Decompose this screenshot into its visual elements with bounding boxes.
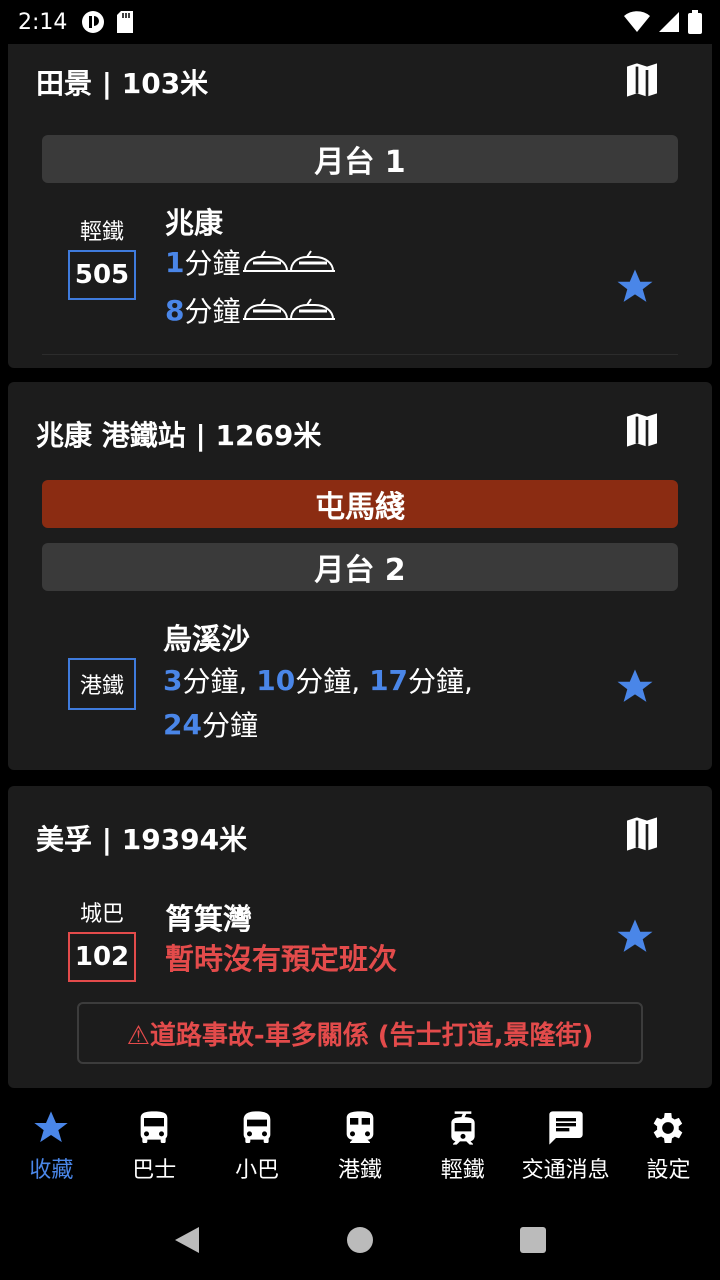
eta-unit: 分鐘, — [182, 665, 248, 698]
light-rail-car-icon — [242, 298, 335, 320]
eta-line: 3 分鐘, 10 分鐘, 17 分鐘, — [163, 660, 473, 700]
traffic-notice[interactable]: ⚠道路事故-車多關係 (告士打道,景隆街) — [77, 1002, 643, 1064]
route-destination: 兆康 — [165, 206, 224, 240]
nav-favourites[interactable]: 收藏 — [0, 1088, 103, 1200]
nav-bus[interactable]: 巴士 — [103, 1088, 206, 1200]
route-type-label: 輕鐵 — [79, 220, 124, 245]
eta-unit: 分鐘, — [408, 665, 473, 698]
bus-icon — [140, 1111, 168, 1143]
route-operator-badge: 港鐵 — [68, 658, 136, 710]
star-icon — [34, 1111, 69, 1143]
gear-icon — [654, 1113, 683, 1143]
home-icon[interactable] — [346, 1226, 374, 1254]
route-destination: 筲箕灣 — [165, 902, 253, 936]
eta-unit: 分鐘, — [295, 665, 361, 698]
map-icon[interactable] — [622, 60, 662, 100]
route-row[interactable]: 輕鐵 505 兆康 1 分鐘 8 分鐘 — [8, 194, 712, 354]
nav-label: 輕鐵 — [440, 1158, 485, 1183]
route-number-badge: 505 — [68, 250, 136, 300]
eta-line: 1 分鐘 — [165, 242, 337, 282]
light-rail-car-icon — [242, 250, 335, 272]
line-header: 屯馬綫 — [42, 480, 678, 528]
nav-light-rail[interactable]: 輕鐵 — [411, 1088, 514, 1200]
route-type-label: 城巴 — [79, 902, 124, 927]
nav-mtr[interactable]: 港鐵 — [309, 1088, 412, 1200]
tram-icon — [451, 1111, 475, 1145]
stop-title: 兆康 港鐵站 | 1269米 — [36, 419, 322, 452]
eta-minutes: 8 — [165, 293, 185, 327]
map-icon[interactable] — [622, 814, 662, 854]
stop-card[interactable]: 美孚 | 19394米 城巴 102 筲箕灣 暫時沒有預定班次 ⚠道路事故-車多… — [8, 786, 712, 1088]
wifi-icon — [624, 11, 650, 32]
nav-traffic-news[interactable]: 交通消息 — [514, 1088, 617, 1200]
minibus-icon — [243, 1111, 271, 1143]
back-icon[interactable] — [173, 1225, 201, 1255]
favourite-star-icon[interactable] — [614, 666, 656, 708]
favourites-list[interactable]: 田景 | 103米 月台 1 輕鐵 505 兆康 1 分鐘 8 分鐘 兆康 港鐵站 … — [0, 44, 720, 1088]
platform-header: 月台 1 — [42, 135, 678, 183]
nav-settings[interactable]: 設定 — [617, 1088, 720, 1200]
system-nav-bar — [0, 1200, 720, 1280]
route-status: 暫時沒有預定班次 — [165, 942, 398, 976]
nav-label: 交通消息 — [521, 1158, 610, 1183]
eta-minutes: 3 — [163, 663, 183, 697]
eta-unit: 分鐘 — [201, 709, 258, 742]
eta-line: 24 分鐘 — [163, 704, 258, 744]
stop-card[interactable]: 田景 | 103米 月台 1 輕鐵 505 兆康 1 分鐘 8 分鐘 — [8, 44, 712, 368]
nav-label: 收藏 — [29, 1158, 74, 1183]
eta-minutes: 10 — [256, 663, 296, 697]
nav-minibus[interactable]: 小巴 — [206, 1088, 309, 1200]
eta-minutes: 1 — [165, 245, 185, 279]
stop-card[interactable]: 兆康 港鐵站 | 1269米 屯馬綫 月台 2 港鐵 烏溪沙 3 分鐘, 10 分鐘… — [8, 382, 712, 770]
bottom-nav: 收藏 巴士 小巴 港鐵 輕鐵 交通消息 設定 — [0, 1088, 720, 1200]
favourite-star-icon[interactable] — [614, 916, 656, 958]
eta-unit: 分鐘 — [184, 247, 241, 280]
status-bar: 2:14 — [0, 0, 720, 44]
eta-line: 8 分鐘 — [165, 290, 337, 330]
route-number-badge: 102 — [68, 932, 136, 982]
favourite-star-icon[interactable] — [614, 266, 656, 308]
nav-label: 港鐵 — [337, 1158, 382, 1183]
nav-label: 設定 — [646, 1158, 691, 1183]
recents-icon[interactable] — [519, 1226, 547, 1254]
eta-minutes: 17 — [369, 663, 409, 697]
eta-unit: 分鐘 — [184, 295, 241, 328]
sd-card-icon — [117, 11, 134, 33]
app-notification-icon — [82, 11, 105, 33]
eta-minutes: 24 — [163, 707, 202, 741]
status-time: 2:14 — [18, 9, 68, 35]
route-row[interactable]: 城巴 102 筲箕灣 暫時沒有預定班次 — [8, 886, 712, 996]
train-icon — [346, 1111, 374, 1143]
nav-label: 巴士 — [132, 1158, 177, 1183]
divider — [42, 354, 678, 355]
platform-header: 月台 2 — [42, 543, 678, 591]
nav-label: 小巴 — [235, 1158, 280, 1183]
stop-title: 田景 | 103米 — [36, 67, 209, 100]
stop-title: 美孚 | 19394米 — [36, 823, 248, 856]
signal-icon — [659, 12, 679, 32]
message-icon — [548, 1111, 583, 1145]
route-destination: 烏溪沙 — [163, 622, 251, 656]
map-icon[interactable] — [622, 410, 662, 450]
battery-icon — [688, 10, 702, 34]
route-row[interactable]: 港鐵 烏溪沙 3 分鐘, 10 分鐘, 17 分鐘, 24 分鐘 — [8, 608, 712, 768]
